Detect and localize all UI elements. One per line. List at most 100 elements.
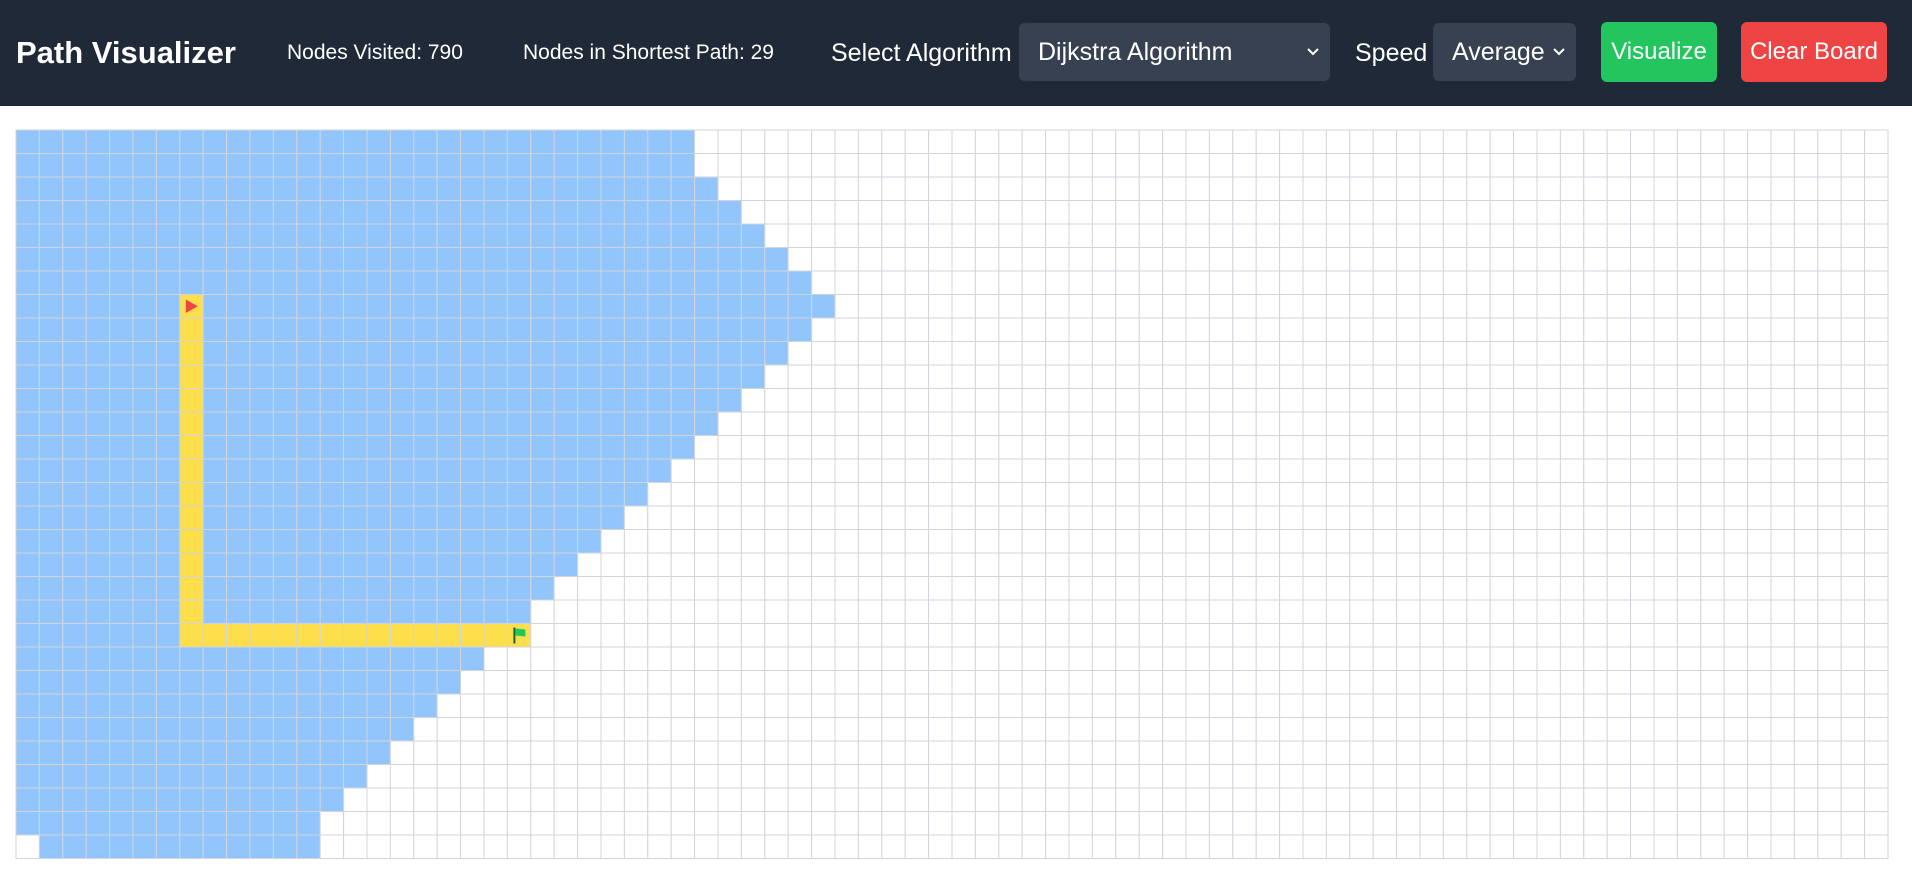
grid-cell[interactable] bbox=[1513, 435, 1538, 460]
visited-cell[interactable] bbox=[460, 458, 485, 483]
path-cell[interactable] bbox=[226, 623, 251, 648]
grid-cell[interactable] bbox=[1489, 223, 1515, 248]
visited-cell[interactable] bbox=[296, 717, 321, 742]
grid-cell[interactable] bbox=[928, 740, 953, 765]
grid-cell[interactable] bbox=[1138, 317, 1164, 342]
visited-cell[interactable] bbox=[764, 270, 789, 295]
grid-cell[interactable] bbox=[904, 458, 930, 483]
grid-cell[interactable] bbox=[904, 435, 930, 460]
visited-cell[interactable] bbox=[623, 364, 649, 389]
grid-cell[interactable] bbox=[436, 717, 462, 742]
visited-cell[interactable] bbox=[577, 153, 602, 178]
visited-cell[interactable] bbox=[483, 200, 508, 225]
visited-cell[interactable] bbox=[15, 388, 40, 413]
grid-cell[interactable] bbox=[951, 693, 976, 718]
grid-cell[interactable] bbox=[1255, 717, 1281, 742]
grid-cell[interactable] bbox=[951, 223, 976, 248]
visited-cell[interactable] bbox=[38, 764, 64, 789]
grid-cell[interactable] bbox=[764, 153, 789, 178]
grid-cell[interactable] bbox=[1419, 364, 1444, 389]
grid-cell[interactable] bbox=[1466, 482, 1491, 507]
grid-cell[interactable] bbox=[1817, 646, 1842, 671]
grid-cell[interactable] bbox=[1559, 458, 1585, 483]
grid-cell[interactable] bbox=[974, 576, 1000, 601]
grid-cell[interactable] bbox=[1466, 717, 1491, 742]
visited-cell[interactable] bbox=[577, 482, 602, 507]
grid-cell[interactable] bbox=[1723, 646, 1749, 671]
grid-cell[interactable] bbox=[1770, 811, 1795, 836]
visited-cell[interactable] bbox=[670, 388, 696, 413]
visited-cell[interactable] bbox=[179, 764, 204, 789]
grid-cell[interactable] bbox=[1747, 200, 1772, 225]
visited-cell[interactable] bbox=[62, 811, 87, 836]
visited-cell[interactable] bbox=[62, 294, 87, 319]
grid-cell[interactable] bbox=[1630, 458, 1655, 483]
grid-cell[interactable] bbox=[1279, 388, 1304, 413]
grid-cell[interactable] bbox=[1091, 270, 1117, 295]
grid-cell[interactable] bbox=[1279, 482, 1304, 507]
grid-cell[interactable] bbox=[1349, 670, 1374, 695]
grid-cell[interactable] bbox=[1162, 834, 1187, 859]
grid-cell[interactable] bbox=[1817, 787, 1842, 812]
visited-cell[interactable] bbox=[202, 270, 228, 295]
visited-cell[interactable] bbox=[366, 247, 391, 272]
grid-cell[interactable] bbox=[694, 458, 719, 483]
grid-cell[interactable] bbox=[1232, 482, 1257, 507]
grid-cell[interactable] bbox=[928, 458, 953, 483]
grid-cell[interactable] bbox=[1489, 811, 1515, 836]
grid-cell[interactable] bbox=[811, 388, 836, 413]
grid-cell[interactable] bbox=[717, 505, 742, 530]
grid-cell[interactable] bbox=[1630, 341, 1655, 366]
grid-cell[interactable] bbox=[694, 599, 719, 624]
grid-cell[interactable] bbox=[881, 623, 906, 648]
grid-cell[interactable] bbox=[1045, 176, 1070, 201]
grid-cell[interactable] bbox=[1068, 764, 1093, 789]
grid-cell[interactable] bbox=[881, 435, 906, 460]
grid-cell[interactable] bbox=[694, 670, 719, 695]
grid-cell[interactable] bbox=[1559, 364, 1585, 389]
visited-cell[interactable] bbox=[506, 364, 532, 389]
grid-cell[interactable] bbox=[623, 764, 649, 789]
grid-cell[interactable] bbox=[1466, 670, 1491, 695]
visited-cell[interactable] bbox=[226, 247, 251, 272]
visited-cell[interactable] bbox=[38, 176, 64, 201]
visited-cell[interactable] bbox=[272, 693, 298, 718]
grid-cell[interactable] bbox=[1068, 200, 1093, 225]
grid-cell[interactable] bbox=[904, 411, 930, 436]
visited-cell[interactable] bbox=[553, 153, 579, 178]
grid-cell[interactable] bbox=[1676, 646, 1702, 671]
grid-cell[interactable] bbox=[1653, 341, 1678, 366]
grid-cell[interactable] bbox=[1864, 153, 1889, 178]
grid-cell[interactable] bbox=[1513, 270, 1538, 295]
visited-cell[interactable] bbox=[62, 200, 87, 225]
grid-cell[interactable] bbox=[1442, 435, 1468, 460]
grid-cell[interactable] bbox=[951, 834, 976, 859]
grid-cell[interactable] bbox=[1630, 435, 1655, 460]
grid-cell[interactable] bbox=[904, 388, 930, 413]
visited-cell[interactable] bbox=[530, 176, 555, 201]
grid-cell[interactable] bbox=[1349, 176, 1374, 201]
grid-cell[interactable] bbox=[506, 670, 532, 695]
grid-cell[interactable] bbox=[1723, 576, 1749, 601]
visited-cell[interactable] bbox=[249, 411, 274, 436]
grid-cell[interactable] bbox=[366, 787, 391, 812]
grid-cell[interactable] bbox=[974, 599, 1000, 624]
grid-cell[interactable] bbox=[1208, 482, 1234, 507]
grid-cell[interactable] bbox=[1630, 670, 1655, 695]
visited-cell[interactable] bbox=[272, 388, 298, 413]
grid-cell[interactable] bbox=[951, 341, 976, 366]
grid-cell[interactable] bbox=[1747, 717, 1772, 742]
grid-cell[interactable] bbox=[1864, 247, 1889, 272]
visited-cell[interactable] bbox=[109, 764, 134, 789]
grid-cell[interactable] bbox=[577, 552, 602, 577]
visited-cell[interactable] bbox=[647, 341, 672, 366]
grid-cell[interactable] bbox=[904, 529, 930, 554]
grid-cell[interactable] bbox=[670, 811, 696, 836]
grid-cell[interactable] bbox=[740, 176, 766, 201]
visited-cell[interactable] bbox=[460, 317, 485, 342]
grid-cell[interactable] bbox=[1536, 529, 1561, 554]
visited-cell[interactable] bbox=[483, 411, 508, 436]
visited-cell[interactable] bbox=[600, 364, 625, 389]
grid-cell[interactable] bbox=[834, 200, 859, 225]
grid-cell[interactable] bbox=[1091, 646, 1117, 671]
